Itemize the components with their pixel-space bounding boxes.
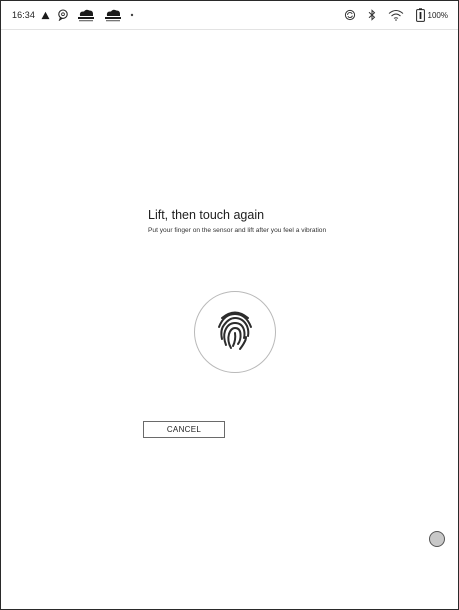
status-bar: 16:34 100% (1, 1, 458, 30)
wifi-icon (388, 9, 404, 21)
status-bar-right: 100% (332, 7, 448, 23)
battery-level: 100% (427, 10, 448, 20)
status-bar-left: 16:34 (12, 7, 141, 23)
dialog-subtitle: Put your finger on the sensor and lift a… (148, 227, 327, 234)
fingerprint-icon (215, 308, 255, 357)
screen-frame: 16:34 100% Lift, then touch again Put yo… (0, 0, 459, 610)
dot-icon (130, 13, 134, 17)
cloud-sync-icon (76, 8, 96, 22)
cancel-button[interactable]: CANCEL (143, 421, 225, 438)
bluetooth-icon (368, 9, 376, 21)
fingerprint-sensor-area (194, 291, 276, 373)
cloud-sync-icon (103, 8, 123, 22)
status-time: 16:34 (12, 10, 36, 20)
alert-triangle-icon (41, 11, 50, 20)
sync-icon (344, 9, 356, 21)
dialog-title: Lift, then touch again (148, 208, 265, 222)
battery-icon (415, 8, 425, 22)
chat-bubble-icon (57, 9, 69, 21)
circle-dot-icon[interactable] (429, 531, 445, 547)
